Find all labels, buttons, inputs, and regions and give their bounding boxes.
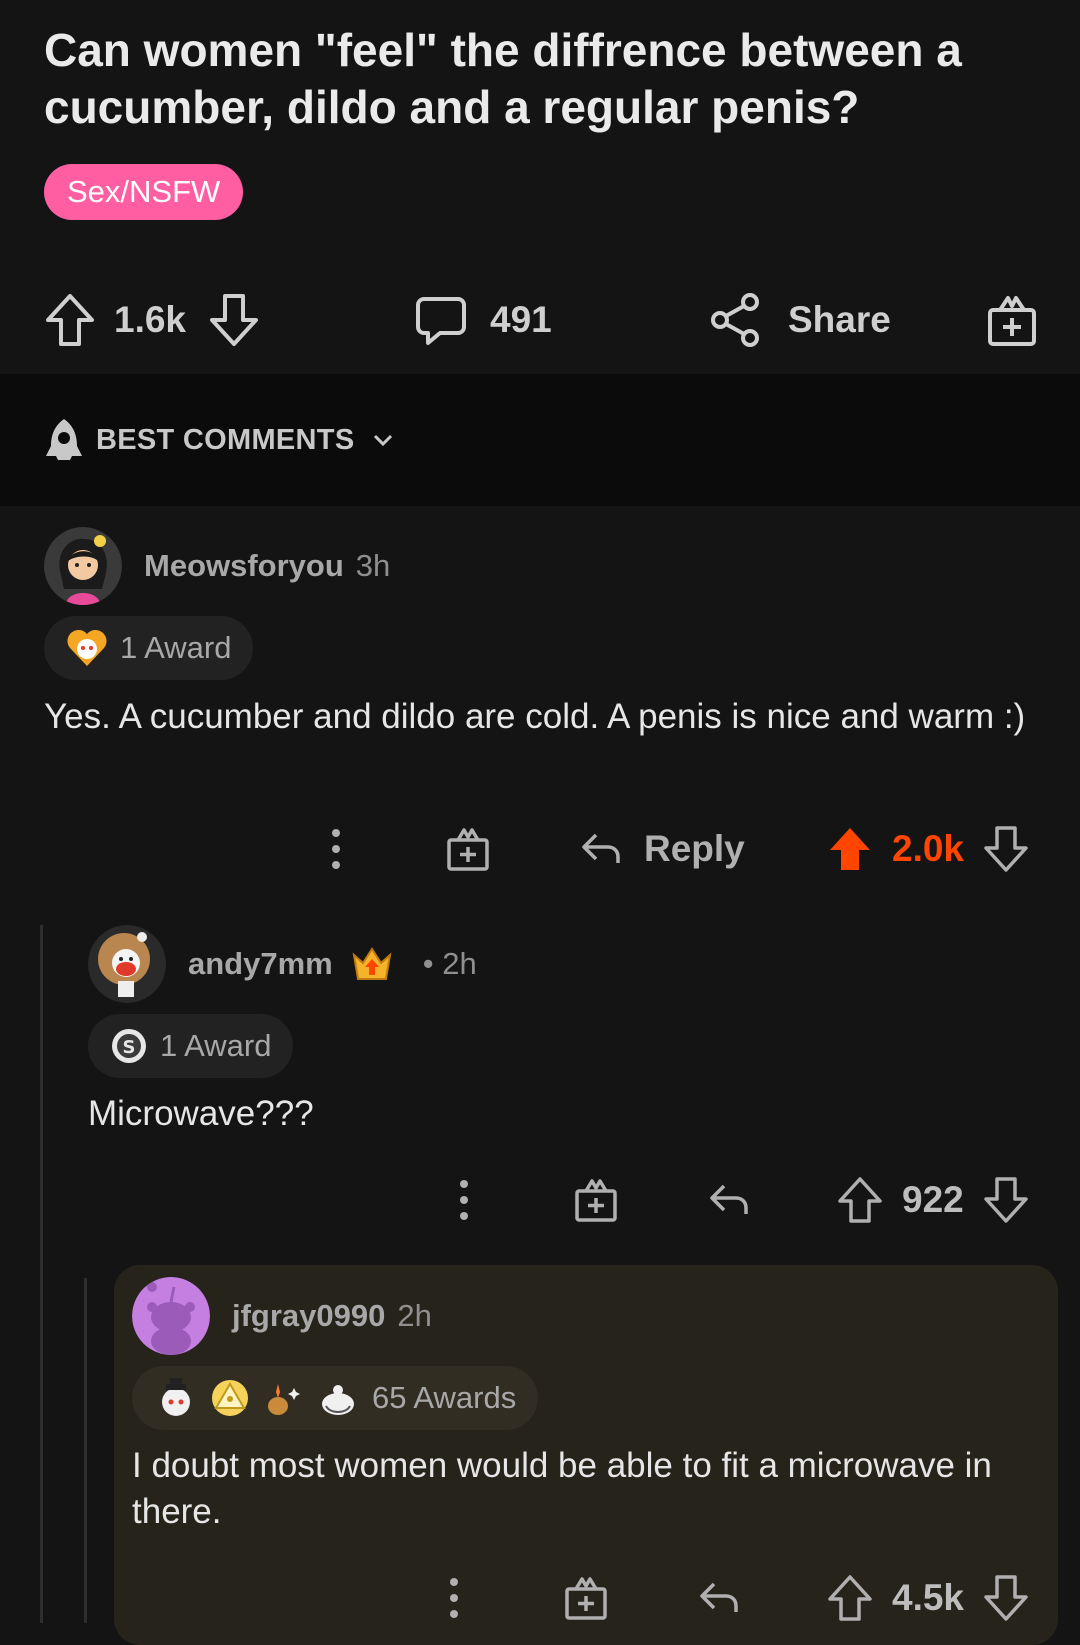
avatar[interactable] [44,527,122,605]
silver-award-icon: S [110,1027,148,1065]
award-badge[interactable]: S 1 Award [88,1014,294,1078]
award-count: 1 Award [120,630,232,665]
downvote-icon[interactable] [984,826,1028,872]
reply-icon[interactable] [708,1170,750,1230]
comment-vote-count: 922 [902,1179,964,1220]
award-count: 65 Awards [372,1380,517,1415]
sort-label: BEST COMMENTS [96,423,355,456]
avatar[interactable] [88,925,166,1003]
post-header: Can women "feel" the diffrence between a… [0,0,1080,374]
upvote-active-icon[interactable] [828,826,872,872]
downvote-icon[interactable] [208,292,260,348]
share-icon [710,292,762,348]
comment-age: 3h [355,548,391,583]
post-vote-count: 1.6k [114,299,187,340]
post-comment-count: 491 [490,299,552,340]
comment-vote-group: 922 [838,1170,1028,1230]
gift-icon[interactable] [574,1170,618,1230]
downvote-icon[interactable] [984,1575,1028,1621]
avatar[interactable] [132,1277,210,1355]
more-options-icon[interactable] [326,819,346,879]
gift-button[interactable] [986,282,1038,358]
award-badge[interactable]: 65 Awards [132,1366,539,1430]
upvote-icon[interactable] [828,1575,872,1621]
sort-bar: BEST COMMENTS [0,374,1080,506]
wholesome-award-icon [66,628,108,668]
comment-age: • 2h [422,946,477,981]
chevron-down-icon [372,433,394,447]
downvote-icon[interactable] [983,1177,1028,1223]
comment-header: jfgray0990 2h [132,1277,432,1355]
comment-actions: 4.5k [0,1568,1080,1628]
share-label: Share [788,299,891,340]
post-title: Can women "feel" the diffrence between a… [44,24,962,133]
award-badge[interactable]: 1 Award [44,616,254,680]
thread-line[interactable] [40,925,43,1623]
comment-body: Yes. A cucumber and dildo are cold. A pe… [44,697,1026,736]
reply-button[interactable]: Reply [580,819,745,879]
reply-icon[interactable] [698,1568,740,1628]
award-icon [154,1378,198,1418]
sparkle-award-icon [262,1378,306,1418]
comment-actions: Reply 2.0k [0,819,1080,879]
gift-icon [986,292,1038,348]
crown-flair-icon [351,945,393,983]
comment-body: Microwave??? [88,1094,314,1133]
sort-selector[interactable]: BEST COMMENTS [44,416,394,464]
post-vote-group: 1.6k [44,282,260,358]
rocket-icon [44,416,84,464]
award-count: 1 Award [160,1028,272,1063]
comment-age: 2h [397,1298,432,1333]
gift-icon[interactable] [446,819,490,879]
helpful-award-icon [316,1378,360,1418]
comment-vote-group: 2.0k [828,819,1028,879]
post-comments-button[interactable]: 491 [414,282,552,358]
reply-label: Reply [644,828,745,869]
comment-body: I doubt most women would be able to fit … [132,1446,992,1531]
comment-icon [414,293,468,347]
upvote-icon[interactable] [838,1177,882,1223]
comment-username[interactable]: andy7mm [188,946,333,982]
comment-actions: 922 [0,1170,1080,1230]
comment-header: Meowsforyou 3h [44,527,390,605]
more-options-icon[interactable] [454,1170,474,1230]
reply-icon [580,831,622,867]
svg-text:S: S [123,1037,136,1058]
comment-username[interactable]: Meowsforyou [144,548,344,584]
more-options-icon[interactable] [444,1568,464,1628]
upvote-icon[interactable] [44,292,96,348]
comment-header: andy7mm • 2h [88,925,477,1003]
comment-username[interactable]: jfgray0990 [232,1298,385,1334]
comment-vote-count: 4.5k [892,1577,965,1618]
comment-vote-group: 4.5k [828,1568,1028,1628]
comment-vote-count: 2.0k [892,828,965,869]
post-flair[interactable]: Sex/NSFW [44,164,244,220]
share-button[interactable]: Share [710,282,891,358]
gift-icon[interactable] [564,1568,608,1628]
platinum-award-icon [208,1378,252,1418]
post-action-bar: 1.6k 491 Share [0,282,1080,358]
